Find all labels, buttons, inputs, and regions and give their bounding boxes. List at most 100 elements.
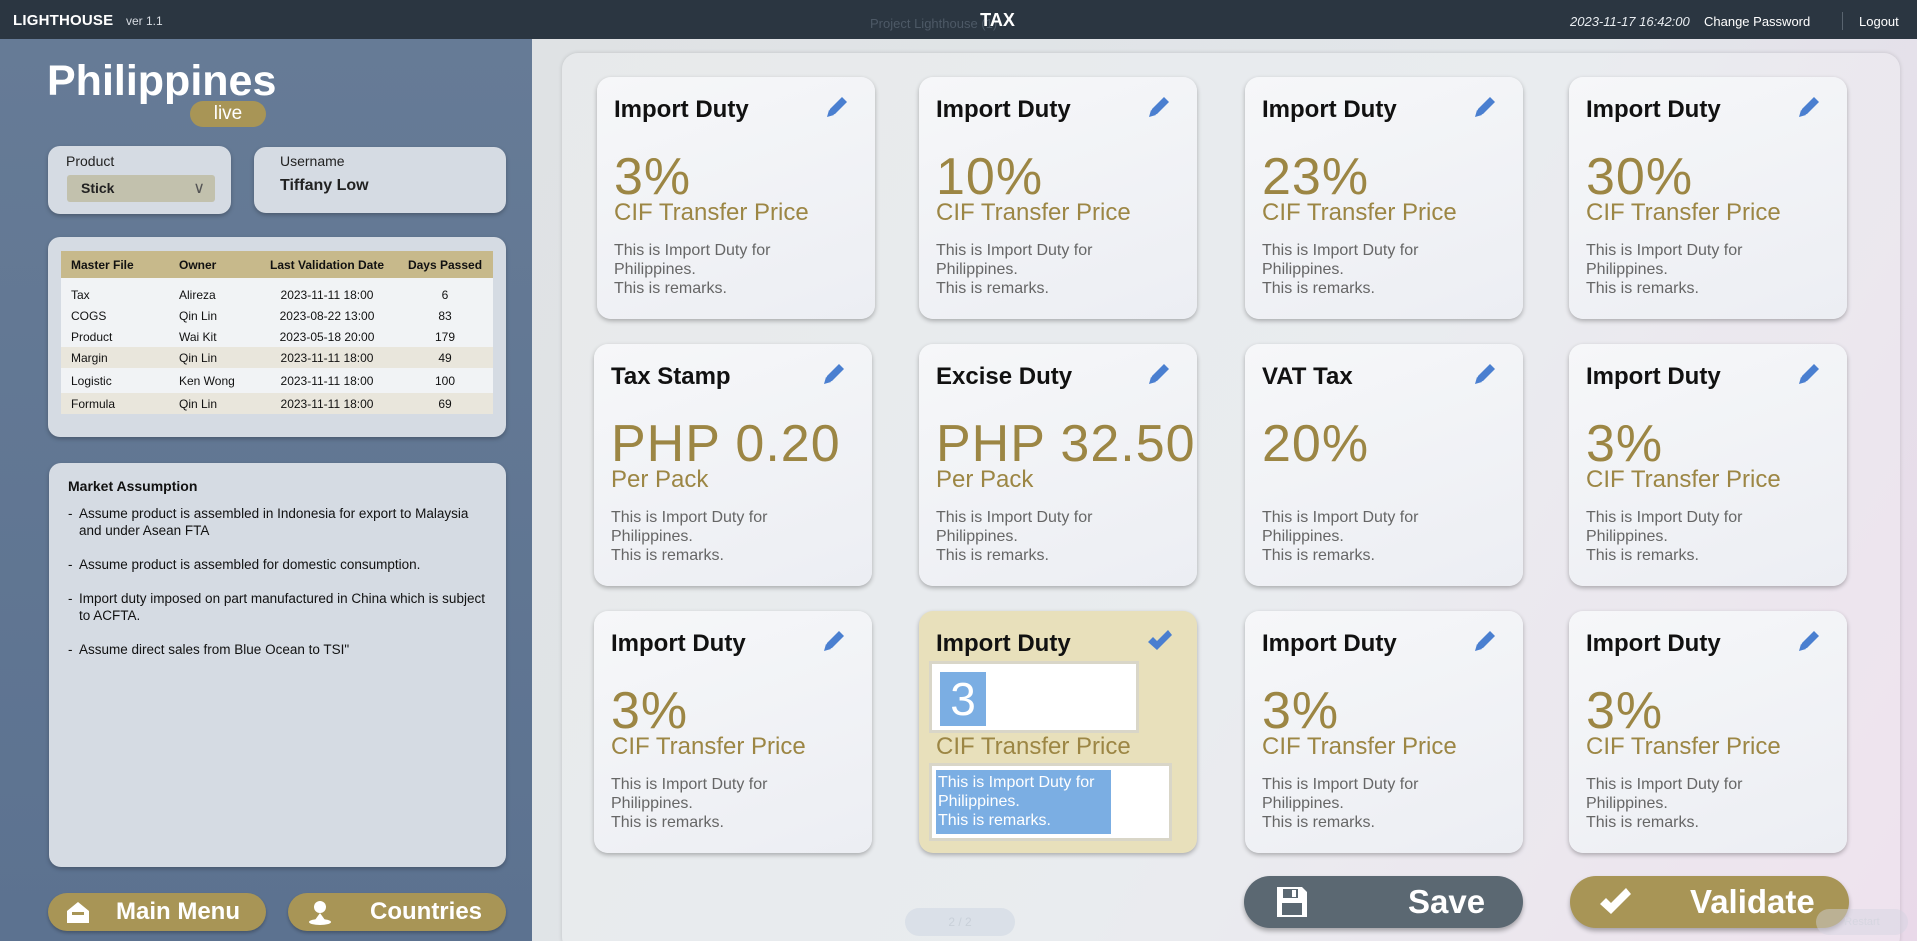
username-box: Username Tiffany Low [254, 147, 506, 213]
username-value: Tiffany Low [280, 177, 369, 194]
logout-link[interactable]: Logout [1859, 14, 1899, 29]
description-line: This is Import Duty for [1586, 242, 1743, 259]
tax-card[interactable]: Import Duty 3% CIF Transfer Price This is I… [1569, 611, 1847, 853]
checkmark-icon[interactable] [1145, 627, 1173, 655]
restart-button[interactable]: Restart [1816, 909, 1908, 935]
column-header: Last Validation Date [257, 251, 397, 278]
description-line: This is remarks. [614, 280, 727, 297]
market-assumption-title: Market Assumption [68, 478, 198, 494]
tax-card-description: This is Import Duty for Philippines. This … [936, 241, 1156, 298]
market-assumption-list: Assume product is assembled in Indonesia… [68, 505, 488, 675]
home-icon [67, 902, 89, 923]
country-name: Philippines [47, 57, 277, 105]
remarks-input[interactable]: This is Import Duty for Philippines. This … [929, 763, 1172, 841]
description-line: Philippines. [611, 528, 693, 545]
master-file-table: Master File Owner Last Validation Date D… [61, 251, 493, 414]
tax-card-unit: CIF Transfer Price [611, 733, 806, 760]
product-select[interactable]: Stick ∨ [67, 175, 215, 202]
table-row: COGS Qin Lin 2023-08-22 13:00 83 [61, 305, 493, 326]
change-password-link[interactable]: Change Password [1704, 14, 1810, 29]
tax-card-unit: Per Pack [611, 466, 709, 493]
tax-card-description: This is Import Duty for Philippines. This … [936, 508, 1156, 565]
status-badge: live [190, 101, 266, 127]
column-header: Owner [169, 251, 257, 278]
pencil-icon[interactable] [1471, 93, 1499, 121]
pagination[interactable]: 2 / 2 [905, 908, 1015, 936]
pencil-icon[interactable] [823, 93, 851, 121]
description-line: This is Import Duty for [1262, 509, 1419, 526]
tax-card[interactable]: Import Duty 3% CIF Transfer Price This is I… [1569, 344, 1847, 586]
floppy-disk-icon [1277, 887, 1307, 917]
save-button[interactable]: Save [1244, 876, 1523, 928]
pencil-icon[interactable] [1145, 93, 1173, 121]
tax-card[interactable]: Tax Stamp PHP 0.20 Per Pack This is Import … [594, 344, 872, 586]
pencil-icon[interactable] [820, 627, 848, 655]
pencil-icon[interactable] [1145, 360, 1173, 388]
tax-card[interactable]: VAT Tax 20% This is Import Duty for Philipp… [1245, 344, 1523, 586]
tax-card-title: Import Duty [611, 630, 746, 657]
description-line: This is Import Duty for [936, 509, 1093, 526]
table-row: Margin Qin Lin 2023-11-11 18:00 49 [61, 347, 493, 368]
tax-value-selection: 3 [940, 672, 986, 726]
description-line: This is remarks. [1586, 280, 1699, 297]
tax-card[interactable]: Import Duty 3% CIF Transfer Price This is I… [597, 77, 875, 319]
product-value: Stick [81, 180, 115, 196]
description-line: This is remarks. [1262, 814, 1375, 831]
remarks-line: This is remarks. [938, 812, 1051, 829]
pencil-icon[interactable] [1471, 627, 1499, 655]
main-menu-label: Main Menu [116, 898, 240, 925]
tax-card-unit: CIF Transfer Price [1262, 733, 1457, 760]
remarks-selection: This is Import Duty for Philippines. This … [936, 770, 1111, 834]
tax-card[interactable]: Import Duty 10% CIF Transfer Price This is … [919, 77, 1197, 319]
description-line: Philippines. [1586, 261, 1668, 278]
tax-card-description: This is Import Duty for Philippines. This … [1262, 775, 1482, 832]
tax-card-description: This is Import Duty for Philippines. This … [1262, 241, 1482, 298]
description-line: Philippines. [614, 261, 696, 278]
tax-card-title: Excise Duty [936, 363, 1073, 390]
checkmark-icon [1600, 888, 1631, 914]
countries-button[interactable]: Countries [288, 893, 506, 931]
pencil-icon[interactable] [1795, 627, 1823, 655]
table-row: Product Wai Kit 2023-05-18 20:00 179 [61, 326, 493, 347]
table-cell: 83 [397, 305, 493, 326]
pencil-icon[interactable] [1795, 93, 1823, 121]
table-cell: 2023-08-22 13:00 [257, 305, 397, 326]
description-line: This is Import Duty for [1262, 776, 1419, 793]
tax-card[interactable]: Import Duty 3% CIF Transfer Price This is I… [594, 611, 872, 853]
description-line: Philippines. [1262, 528, 1344, 545]
countries-label: Countries [370, 898, 483, 925]
description-line: This is Import Duty for [614, 242, 771, 259]
tax-value-input[interactable]: 3 [929, 661, 1139, 733]
tax-card[interactable]: Import Duty 3% CIF Transfer Price This is I… [1245, 611, 1523, 853]
description-line: Philippines. [611, 795, 693, 812]
description-line: This is Import Duty for [1586, 509, 1743, 526]
list-item: Assume direct sales from Blue Ocean to T… [68, 641, 488, 658]
main-menu-button[interactable]: Main Menu [48, 893, 266, 931]
table-cell: Ken Wong [169, 368, 257, 393]
pencil-icon[interactable] [1795, 360, 1823, 388]
pencil-icon[interactable] [1471, 360, 1499, 388]
tax-card-description: This is Import Duty for Philippines. This … [611, 508, 831, 565]
table-cell: 2023-11-11 18:00 [257, 284, 397, 305]
tax-card-title: VAT Tax [1262, 363, 1353, 390]
description-line: Philippines. [1586, 795, 1668, 812]
tax-card[interactable]: Import Duty 3 CIF Transfer Price This is Im… [919, 611, 1197, 853]
description-line: Philippines. [1262, 261, 1344, 278]
table-cell: COGS [61, 305, 169, 326]
tax-card-unit: CIF Transfer Price [1262, 199, 1457, 226]
table-row: Logistic Ken Wong 2023-11-11 18:00 100 [61, 368, 493, 393]
table-cell: Qin Lin [169, 393, 257, 414]
tax-card-description: This is Import Duty for Philippines. This … [611, 775, 831, 832]
pencil-icon[interactable] [820, 360, 848, 388]
description-line: This is remarks. [1586, 547, 1699, 564]
tax-card[interactable]: Excise Duty PHP 32.50 Per Pack This is Impo… [919, 344, 1197, 586]
description-line: This is remarks. [936, 547, 1049, 564]
table-cell: 179 [397, 326, 493, 347]
table-cell: Logistic [61, 368, 169, 393]
top-bar: LIGHTHOUSE ver 1.1 Project Lighthouse (1… [0, 0, 1917, 39]
tax-card[interactable]: Import Duty 23% CIF Transfer Price This is … [1245, 77, 1523, 319]
tax-card-value: 20% [1262, 415, 1370, 473]
tax-card[interactable]: Import Duty 30% CIF Transfer Price This is … [1569, 77, 1847, 319]
tax-card-description: This is Import Duty for Philippines. This … [614, 241, 834, 298]
validate-button[interactable]: Validate [1570, 876, 1849, 928]
